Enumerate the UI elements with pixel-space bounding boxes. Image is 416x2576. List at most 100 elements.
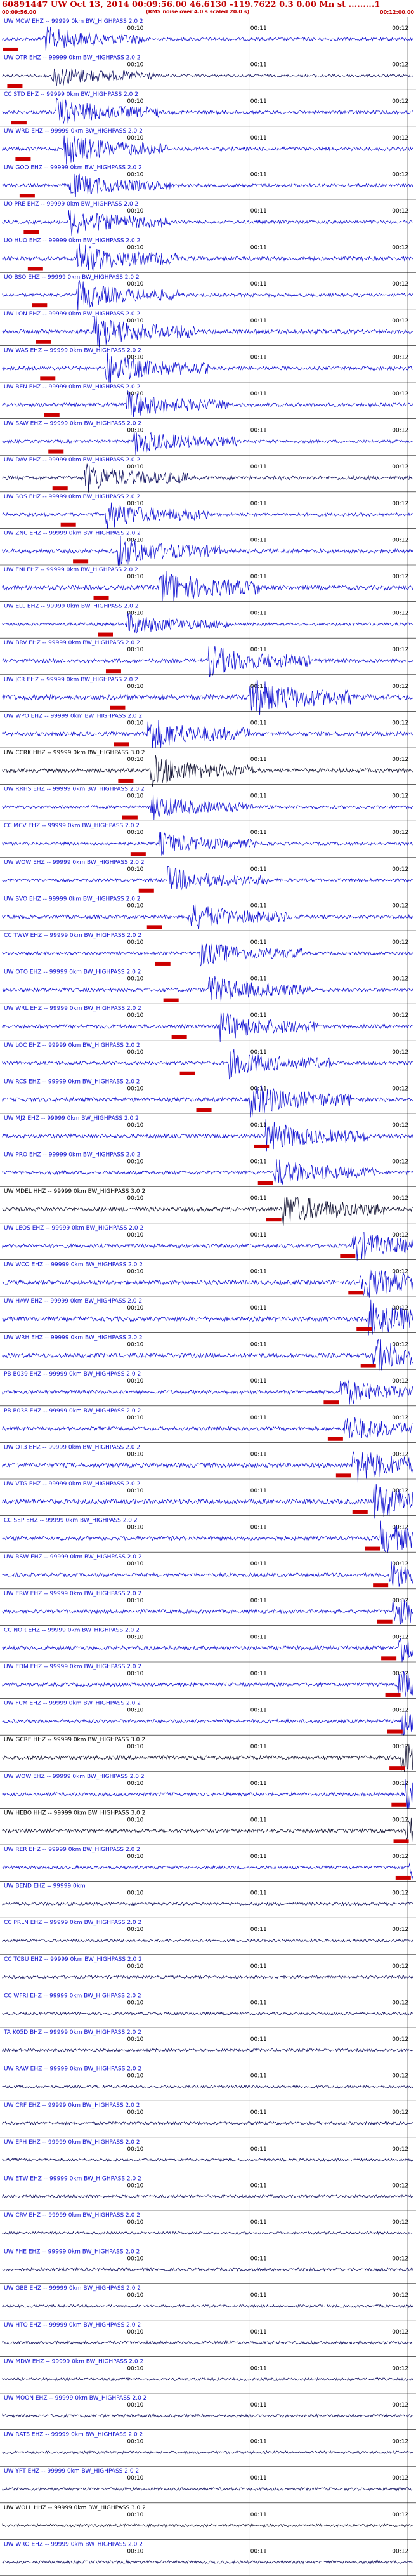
waveform [2, 755, 413, 787]
waveform [2, 1159, 413, 1185]
time-tick-label: 00:11 [250, 171, 267, 178]
trace-label: UW WPO EHZ -- 99999 0km BW_HIGHPASS 2.0 … [4, 713, 142, 719]
waveform [2, 1484, 413, 1519]
time-tick-label: 00:10 [127, 464, 143, 470]
trace-label: UW ELL EHZ -- 99999 0km BW_HIGHPASS 2.0 … [4, 604, 138, 610]
trace-label: UW WOW EHZ -- 99999 0km BW_HIGHPASS 2.0 … [4, 860, 145, 866]
waveform [2, 1520, 413, 1553]
time-tick-label: 00:11 [250, 208, 267, 215]
trace-label: UW OT3 EHZ -- 99999 0km BW_HIGHPASS 2.0 … [4, 1444, 140, 1451]
time-tick-label: 00:12 [392, 2329, 408, 2335]
time-tick-label: 00:12 [392, 939, 408, 946]
time-tick-label: 00:11 [250, 1963, 267, 1970]
time-tick-label: 00:11 [250, 1598, 267, 1604]
time-tick-label: 00:10 [127, 2109, 143, 2116]
time-tick-label: 00:10 [127, 1488, 143, 1494]
time-tick-label: 00:12 [392, 611, 408, 617]
time-tick-label: 00:10 [127, 2439, 143, 2445]
waveform [2, 98, 413, 124]
time-tick-label: 00:12 [392, 1671, 408, 1677]
time-tick-label: 00:12 [392, 2548, 408, 2554]
pick-marker [340, 1254, 356, 1258]
pick-marker [373, 1583, 389, 1588]
time-tick-label: 00:11 [250, 318, 267, 324]
time-tick-label: 00:11 [250, 1488, 267, 1494]
trace-label: UW WRO EHZ -- 99999 0km BW_HIGHPASS 2.0 … [4, 2541, 143, 2547]
time-tick-label: 00:12 [392, 2000, 408, 2006]
pick-marker [15, 157, 31, 161]
time-tick-label: 00:10 [127, 208, 143, 215]
trace-label: UW LON EHZ -- 99999 0km BW_HIGHPASS 2.0 … [4, 311, 140, 317]
time-tick-label: 00:10 [127, 1378, 143, 1384]
time-tick-label: 00:11 [250, 1049, 267, 1056]
waveform [2, 2194, 413, 2199]
time-tick-label: 00:11 [250, 720, 267, 726]
time-tick-label: 00:12 [392, 1012, 408, 1019]
time-tick-label: 00:10 [127, 1927, 143, 1933]
start-time: 00:09:56.00 [2, 10, 36, 15]
time-tick-label: 00:11 [250, 1012, 267, 1019]
pick-marker [323, 1400, 339, 1405]
waveform [2, 210, 413, 236]
pick-marker [60, 522, 76, 527]
waveform [2, 1938, 413, 1943]
waveform [2, 1417, 413, 1439]
time-tick-label: 00:10 [127, 2365, 143, 2372]
time-tick-label: 00:12 [392, 720, 408, 726]
waveform [2, 2267, 413, 2272]
pick-marker [196, 1108, 212, 1112]
trace-label: PB B039 EHZ -- 99999 0km BW_HIGHPASS 2.0… [4, 1371, 141, 1378]
time-tick-label: 00:12 [392, 1854, 408, 1860]
trace-label: UW RATS EHZ -- 99999 0km BW_HIGHPASS 2.0… [4, 2432, 143, 2438]
pick-marker [266, 1218, 282, 1222]
time-tick-label: 00:11 [250, 2329, 267, 2335]
time-tick-label: 00:11 [250, 1817, 267, 1823]
time-tick-label: 00:11 [250, 2402, 267, 2408]
time-tick-label: 00:10 [127, 1268, 143, 1275]
time-tick-label: 00:12 [392, 501, 408, 507]
time-tick-label: 00:11 [250, 2182, 267, 2189]
pick-marker [138, 888, 154, 893]
trace-label: UW BRV EHZ -- 99999 0km BW_HIGHPASS 2.0 … [4, 640, 140, 646]
trace-label: CC MCV EHZ -- 99999 0km BW_HIGHPASS 2.0 … [4, 823, 140, 829]
pick-marker [254, 1144, 270, 1148]
time-tick-label: 00:10 [127, 793, 143, 800]
time-tick-label: 00:11 [250, 1378, 267, 1384]
time-tick-label: 00:11 [250, 903, 267, 909]
time-tick-label: 00:11 [250, 1195, 267, 1202]
waveform [2, 1451, 413, 1484]
time-tick-label: 00:12 [392, 2402, 408, 2408]
time-tick-label: 00:12 [392, 793, 408, 800]
event-title: 60891447 UW Oct 13, 2014 00:09:56.00 46.… [2, 0, 380, 10]
trace-label: UW RER EHZ -- 99999 0km BW_HIGHPASS 2.0 … [4, 1847, 140, 1853]
waveform [2, 1119, 413, 1152]
time-tick-label: 00:10 [127, 976, 143, 983]
trace-label: UW WOLL HHZ -- 99999 0km BW_HIGHPASS 3.0… [4, 2505, 146, 2511]
time-tick-label: 00:12 [392, 25, 408, 32]
pick-marker [19, 194, 35, 198]
time-tick-label: 00:11 [250, 245, 267, 251]
time-tick-label: 00:12 [392, 1159, 408, 1165]
time-tick-label: 00:12 [392, 1890, 408, 1897]
time-tick-label: 00:12 [392, 281, 408, 288]
time-tick-label: 00:12 [392, 245, 408, 251]
trace-label: UW EPH EHZ -- 99999 0km BW_HIGHPASS 2.0 … [4, 2139, 140, 2146]
trace-label: UW LEOS EHZ -- 99999 0km BW_HIGHPASS 2.0… [4, 1225, 143, 1232]
time-tick-label: 00:12 [392, 2219, 408, 2226]
waveform [2, 2559, 413, 2565]
time-tick-label: 00:10 [127, 830, 143, 836]
trace-label: UW CRV EHZ -- 99999 0km BW_HIGHPASS 2.0 … [4, 2212, 140, 2219]
pick-marker [389, 1766, 405, 1770]
pick-marker [32, 303, 48, 308]
pick-marker [356, 1327, 372, 1331]
pick-marker [395, 1875, 411, 1880]
time-tick-label: 00:12 [392, 1927, 408, 1933]
trace-label: UW GOO EHZ -- 99999 0km BW_HIGHPASS 2.0 … [4, 164, 142, 171]
trace-label: UW CCRK HHZ -- 99999 0km BW_HIGHPASS 3.0… [4, 750, 145, 756]
waveform [2, 2450, 413, 2455]
time-tick-label: 00:10 [127, 757, 143, 763]
waveform [2, 1974, 413, 1980]
trace-label: CC SEP EHZ -- 99999 0km BW_HIGHPASS 2.0 … [4, 1518, 138, 1524]
pick-marker [352, 1510, 368, 1514]
end-time: 00:12:00.00 [380, 10, 414, 15]
